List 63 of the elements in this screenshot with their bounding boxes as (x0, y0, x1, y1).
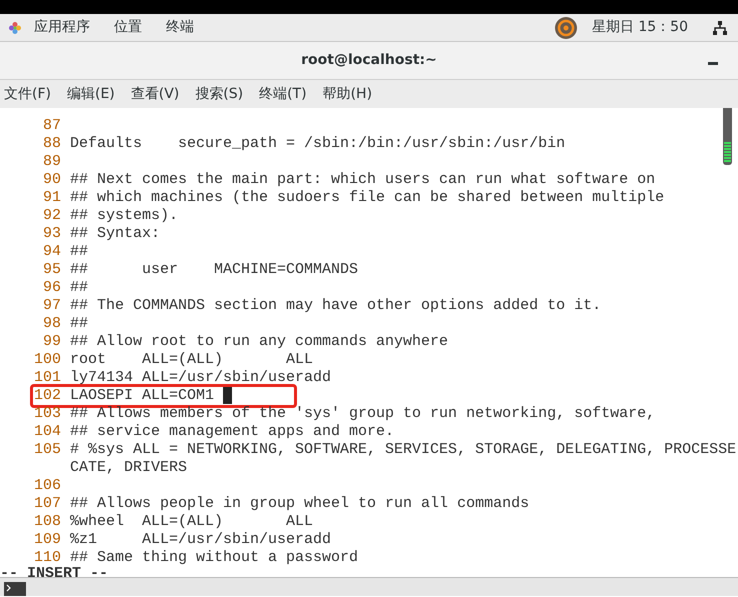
menu-item[interactable]: 搜索(S) (187, 84, 252, 104)
code-line: ## (70, 243, 88, 260)
line-number: 103 (32, 405, 61, 423)
line-number: 98 (42, 315, 61, 333)
line-number: 95 (42, 261, 61, 279)
menu-item[interactable]: 帮助(H) (314, 84, 380, 104)
code-line: ## (70, 279, 88, 296)
menu-item[interactable]: 查看(V) (122, 84, 188, 104)
code-line: ## (70, 315, 88, 332)
line-number: 90 (42, 171, 61, 189)
line-number: 87 (42, 117, 61, 135)
line-number: 106 (32, 477, 61, 495)
apps-logo-icon[interactable] (8, 20, 22, 34)
code-line: ## Allows people in group wheel to run all commands (70, 495, 530, 512)
mode-indicator: -- INSERT -- (0, 565, 108, 577)
line-number: 107 (32, 495, 61, 513)
code-line: LAOSEPI ALL=COM1 (70, 387, 214, 404)
line-number: 104 (32, 423, 61, 441)
top-menu-item[interactable]: 位置 (106, 17, 150, 38)
code-line: ## Allows members of the 'sys' group to run networking, software, (70, 405, 656, 422)
code-line: ## systems). (70, 207, 178, 224)
code-line: root ALL=(ALL) ALL (70, 351, 314, 368)
line-number: 110 (32, 549, 61, 567)
clock[interactable]: 星期日 15：50 (592, 17, 688, 38)
code-line: ly74134 ALL=/usr/sbin/useradd (70, 369, 332, 386)
code-line: Defaults secure_path = /sbin:/bin:/usr/sbin:/usr/bin (70, 135, 566, 152)
line-number: 93 (42, 225, 61, 243)
line-number: 100 (32, 351, 61, 369)
network-icon[interactable] (712, 20, 728, 36)
line-number: 108 (32, 513, 61, 531)
line-number: 109 (32, 531, 61, 549)
code-line: # %sys ALL = NETWORKING, SOFTWARE, SERVICES, STORAGE, DELEGATING, PROCESSE (70, 441, 736, 458)
code-line: ## The COMMANDS section may have other options added to it. (70, 297, 602, 314)
code-line: ## Syntax: (70, 225, 160, 242)
line-number: 96 (42, 279, 61, 297)
code-line: %wheel ALL=(ALL) ALL (70, 513, 314, 530)
line-number: 89 (42, 153, 61, 171)
code-line: ## Allow root to run any commands anywhere (70, 333, 448, 350)
code-line: ## which machines (the sudoers file can be shared between multiple (70, 189, 664, 206)
line-number: 94 (42, 243, 61, 261)
code-line: CATE, DRIVERS (70, 459, 188, 476)
app-indicator-icon[interactable] (554, 16, 578, 40)
code-line: %z1 ALL=/usr/sbin/useradd (70, 531, 332, 548)
top-menu-item[interactable]: 终端 (158, 17, 202, 38)
code-line: ## Same thing without a password (70, 549, 358, 566)
line-number: 97 (42, 297, 61, 315)
line-number: 91 (42, 189, 61, 207)
scrollbar-thumb[interactable] (723, 108, 732, 165)
menu-item[interactable]: 编辑(E) (58, 84, 123, 104)
code-line: ## service management apps and more. (70, 423, 394, 440)
menu-item[interactable]: 文件(F) (0, 84, 59, 104)
terminal-icon[interactable] (4, 582, 26, 596)
code-line: ## user MACHINE=COMMANDS (70, 261, 358, 278)
line-number: 102 (32, 387, 61, 405)
top-menu-item[interactable]: 应用程序 (26, 17, 98, 38)
menu-item[interactable]: 终端(T) (251, 84, 315, 104)
line-number: 99 (42, 333, 61, 351)
line-number: 88 (42, 135, 61, 153)
line-number: 92 (42, 207, 61, 225)
line-number: 105 (32, 441, 61, 459)
window-title: root@localhost:~ (301, 51, 437, 70)
line-number: 101 (32, 369, 61, 387)
code-line: ## Next comes the main part: which users can run what software on (70, 171, 656, 188)
